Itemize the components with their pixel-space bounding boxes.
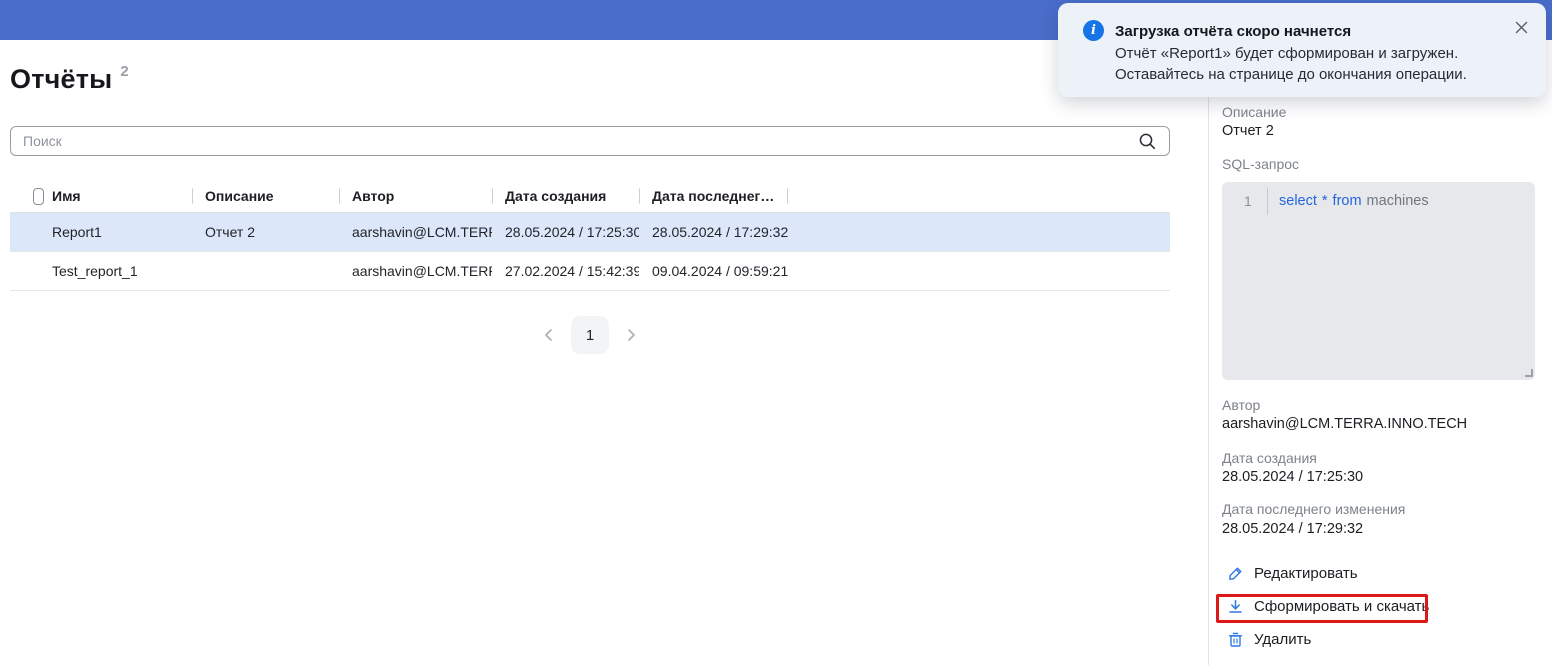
search-icon[interactable] [1138,132,1157,151]
sql-query-label: SQL-запрос [1222,156,1299,172]
modified-date-value: 28.05.2024 / 17:29:32 [1222,521,1363,537]
trash-icon [1227,631,1244,648]
resize-handle-icon[interactable] [1525,369,1533,377]
delete-button-label: Удалить [1254,631,1311,648]
search-box[interactable] [10,126,1170,156]
pagination: 1 [10,316,1170,354]
details-panel: Описание Отчет 2 SQL-запрос 1 select * fro… [1222,0,1538,665]
cell-author: aarshavin@LCM.TERRA.INNO.TECH [339,224,492,240]
edit-button[interactable]: Редактировать [1227,565,1358,582]
sql-operator-star: * [1322,193,1328,209]
created-date-value: 28.05.2024 / 17:25:30 [1222,469,1363,485]
cell-name: Report1 [44,224,192,240]
details-panel-divider [1208,40,1209,665]
description-value: Отчет 2 [1222,123,1274,139]
page-number-button[interactable]: 1 [571,316,609,354]
select-all-cell [10,180,44,212]
column-header-modified[interactable]: Дата последнег… [639,180,788,212]
reports-count-badge: 2 [120,63,128,80]
column-header-name[interactable]: Имя [44,180,192,212]
cell-author: aarshavin@LCM.TERRA.INNO.TECH [339,263,492,279]
sql-code-editor[interactable]: 1 select * from machines [1222,182,1535,380]
sql-query-text: select * from machines [1279,193,1434,209]
cell-created: 27.02.2024 / 15:42:39 [492,263,639,279]
toast-notification: i Загрузка отчёта скоро начнется Отчёт «… [1058,3,1546,97]
description-label: Описание [1222,104,1286,120]
cell-name: Test_report_1 [44,263,192,279]
select-all-checkbox[interactable] [33,188,44,205]
edit-button-label: Редактировать [1254,565,1358,582]
sql-keyword-select: select [1279,193,1317,209]
line-number: 1 [1244,193,1252,209]
prev-page-icon[interactable] [542,328,556,342]
column-header-spacer [788,180,1170,212]
sql-keyword-from: from [1333,193,1362,209]
reports-table: Имя Описание Автор Дата создания Дата по… [10,180,1170,291]
search-input[interactable] [11,127,1138,155]
table-header-row: Имя Описание Автор Дата создания Дата по… [10,180,1170,213]
next-page-icon[interactable] [624,328,638,342]
column-header-description[interactable]: Описание [192,180,339,212]
toast-message-line2: Оставайтесь на странице до окончания опе… [1115,66,1467,83]
column-header-created[interactable]: Дата создания [492,180,639,212]
gutter-divider [1267,188,1268,215]
toast-title: Загрузка отчёта скоро начнется [1115,23,1351,40]
modified-date-label: Дата последнего изменения [1222,501,1405,517]
author-label: Автор [1222,397,1260,413]
cell-created: 28.05.2024 / 17:25:30 [492,224,639,240]
cell-modified: 09.04.2024 / 09:59:21 [639,263,788,279]
sql-identifier-machines: machines [1367,193,1429,209]
page-title: Отчёты [10,64,112,95]
generate-and-download-button[interactable]: Сформировать и скачать [1227,598,1429,615]
table-row-test-report-1[interactable]: Test_report_1 aarshavin@LCM.TERRA.INNO.T… [10,252,1170,291]
page-header: Отчёты 2 [10,64,129,95]
pencil-icon [1227,565,1244,582]
column-header-author[interactable]: Автор [339,180,492,212]
download-icon [1227,598,1244,615]
toast-message-line1: Отчёт «Report1» будет сформирован и загр… [1115,45,1458,62]
cell-modified: 28.05.2024 / 17:29:32 [639,224,788,240]
close-icon[interactable] [1514,20,1529,35]
generate-and-download-label: Сформировать и скачать [1254,598,1429,615]
delete-button[interactable]: Удалить [1227,631,1311,648]
author-value: aarshavin@LCM.TERRA.INNO.TECH [1222,416,1467,432]
info-icon: i [1083,20,1104,41]
created-date-label: Дата создания [1222,450,1317,466]
table-row-report1[interactable]: Report1 Отчет 2 aarshavin@LCM.TERRA.INNO… [10,213,1170,252]
cell-description: Отчет 2 [192,224,339,240]
